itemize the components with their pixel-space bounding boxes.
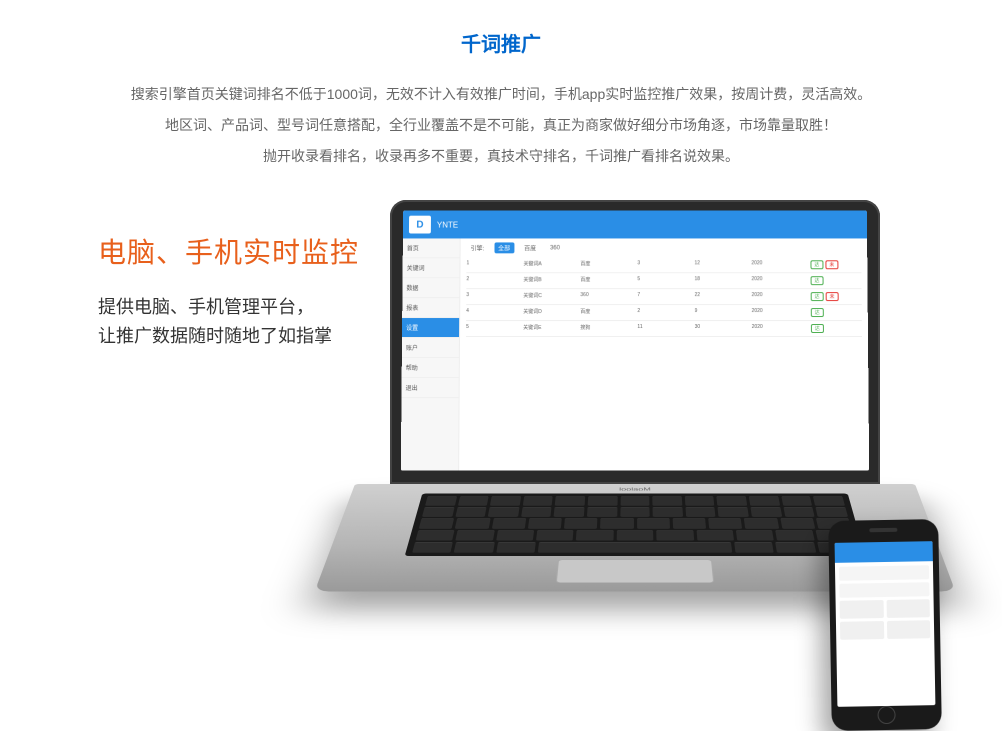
page-title: 千词推广 bbox=[0, 28, 1002, 57]
table-row: 4关键词D百度292020达 bbox=[466, 305, 862, 321]
phone-app-body bbox=[835, 561, 935, 707]
filter-row: 引擎: 全部 百度 360 bbox=[467, 242, 862, 253]
sidebar-item: 退出 bbox=[401, 378, 458, 398]
phone-mockup bbox=[828, 519, 942, 731]
phone-screen bbox=[835, 541, 936, 707]
sidebar-item: 关键词 bbox=[403, 258, 460, 278]
table-row: 5关键词E搜狗11302020达 bbox=[466, 321, 862, 337]
app-header-text: YNTE bbox=[437, 220, 458, 229]
laptop-screen: D YNTE 首页 关键词 数据 报表 设置 账户 帮助 退出 引擎: bbox=[401, 211, 869, 471]
laptop-trackpad bbox=[556, 559, 715, 582]
desc-line-3: 抛开收录看排名，收录再多不重要，真技术守排名，千词推广看排名说效果。 bbox=[0, 141, 1002, 172]
sidebar-item: 首页 bbox=[403, 238, 460, 258]
laptop-screen-frame: D YNTE 首页 关键词 数据 报表 设置 账户 帮助 退出 引擎: bbox=[390, 200, 880, 484]
app-header: D YNTE bbox=[403, 211, 867, 239]
sidebar-item: 账户 bbox=[402, 338, 459, 358]
phone-card bbox=[839, 582, 929, 598]
filter-option: 360 bbox=[546, 244, 564, 252]
filter-label: 引擎: bbox=[467, 242, 489, 253]
laptop-brand-label: loolaoM bbox=[619, 487, 651, 492]
app-main: 引擎: 全部 百度 360 1关键词A百度3122020达未 2关键词B百度51… bbox=[459, 238, 869, 470]
table-row: 2关键词B百度5182020达 bbox=[466, 273, 861, 289]
phone-cell bbox=[840, 621, 884, 640]
app-logo: D bbox=[409, 216, 431, 234]
phone-app-header bbox=[835, 541, 933, 563]
filter-option: 百度 bbox=[520, 242, 540, 253]
laptop-mockup: D YNTE 首页 关键词 数据 报表 设置 账户 帮助 退出 引擎: bbox=[390, 200, 880, 684]
table-row: 3关键词C3607222020达未 bbox=[466, 289, 861, 305]
sidebar-item-active: 设置 bbox=[402, 318, 459, 338]
laptop-keys bbox=[405, 494, 866, 557]
table-row: 1关键词A百度3122020达未 bbox=[466, 257, 861, 273]
desc-line-2: 地区词、产品词、型号词任意搭配，全行业覆盖不是不可能，真正为商家做好细分市场角逐… bbox=[0, 110, 1002, 141]
data-table: 1关键词A百度3122020达未 2关键词B百度5182020达 3关键词C36… bbox=[466, 257, 862, 337]
sidebar-item: 报表 bbox=[402, 298, 459, 318]
phone-grid bbox=[840, 599, 931, 640]
filter-selected: 全部 bbox=[494, 242, 514, 253]
sidebar-item: 帮助 bbox=[402, 358, 459, 378]
app-sidebar: 首页 关键词 数据 报表 设置 账户 帮助 退出 bbox=[401, 238, 461, 470]
app-body: 首页 关键词 数据 报表 设置 账户 帮助 退出 引擎: 全部 百度 360 bbox=[401, 238, 869, 470]
phone-cell bbox=[886, 620, 930, 639]
phone-card bbox=[839, 565, 929, 581]
desc-line-1: 搜索引擎首页关键词排名不低于1000词，无效不计入有效推广时间，手机app实时监… bbox=[0, 79, 1002, 110]
phone-cell bbox=[886, 599, 930, 618]
sidebar-item: 数据 bbox=[402, 278, 459, 298]
phone-cell bbox=[840, 600, 884, 619]
